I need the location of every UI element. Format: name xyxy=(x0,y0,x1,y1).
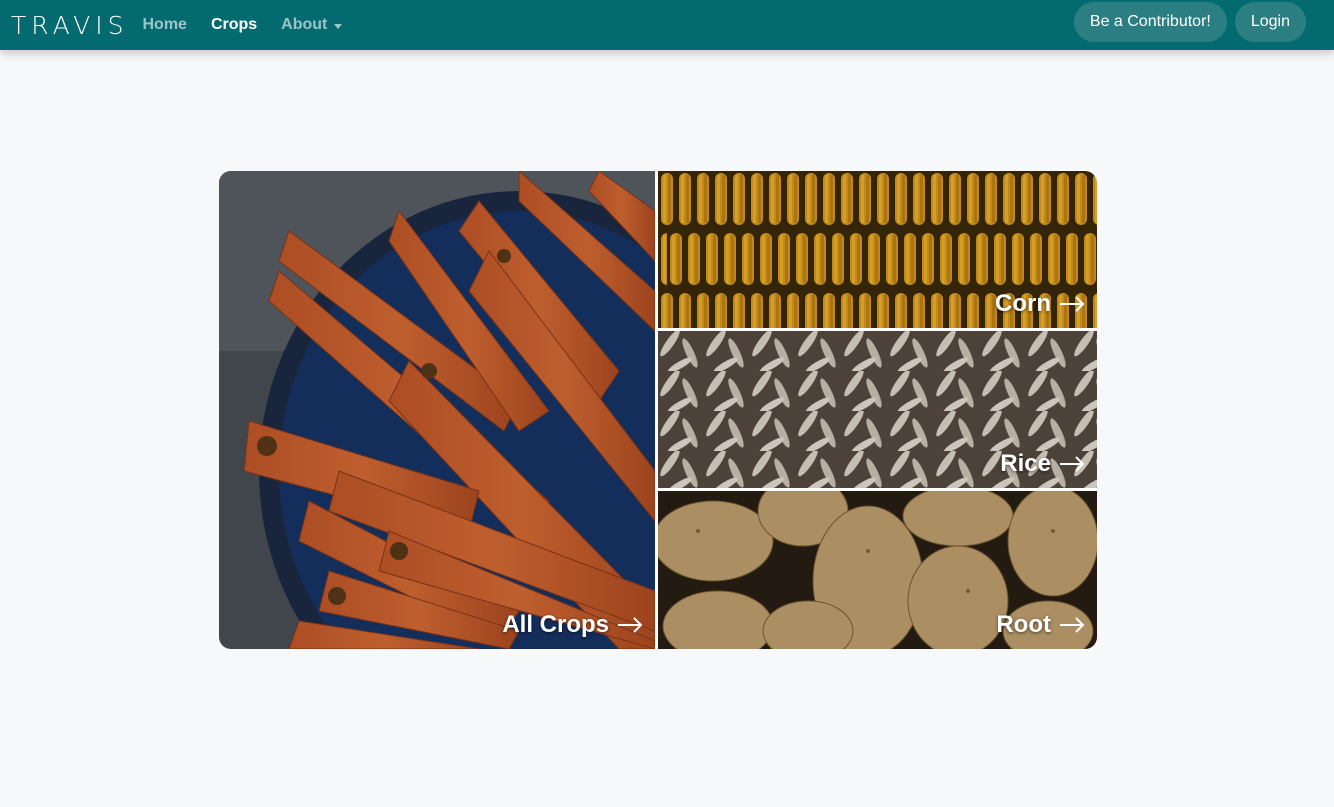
nav-about-label: About xyxy=(281,16,328,33)
nav-about-dropdown[interactable]: About xyxy=(281,16,343,34)
top-navbar: TRAVIS Home Crops About Be a Contributor… xyxy=(0,0,1334,50)
root-tile[interactable]: Root xyxy=(658,491,1097,649)
nav-links: Home Crops About xyxy=(142,16,366,34)
root-caption: Root xyxy=(996,611,1085,639)
corn-tile[interactable]: Corn xyxy=(658,171,1097,328)
rice-tile[interactable]: Rice xyxy=(658,331,1097,488)
root-label: Root xyxy=(996,611,1051,638)
rice-label: Rice xyxy=(1000,450,1051,477)
corn-label: Corn xyxy=(995,290,1051,317)
all-crops-caption: All Crops xyxy=(502,611,643,639)
login-button[interactable]: Login xyxy=(1234,2,1306,42)
arrow-right-icon xyxy=(1060,296,1085,312)
contributor-button[interactable]: Be a Contributor! xyxy=(1073,2,1227,42)
nav-home-label: Home xyxy=(142,16,187,33)
nav-crops-label: Crops xyxy=(210,16,258,33)
crop-category-grid: All Crops Corn Rice Root xyxy=(219,171,1097,649)
brand-logo[interactable]: TRAVIS xyxy=(11,0,128,50)
arrow-right-icon xyxy=(1060,617,1085,633)
arrow-right-icon xyxy=(1060,456,1085,472)
all-crops-tile[interactable]: All Crops xyxy=(219,171,655,649)
chevron-down-icon xyxy=(334,23,343,29)
nav-crops-link[interactable]: Crops xyxy=(211,16,257,34)
nav-home-link[interactable]: Home xyxy=(142,16,186,34)
nav-actions: Be a Contributor! Login xyxy=(1073,2,1306,42)
carrots-image xyxy=(219,171,655,649)
all-crops-label: All Crops xyxy=(502,611,609,638)
arrow-right-icon xyxy=(618,617,643,633)
rice-caption: Rice xyxy=(1000,450,1085,478)
corn-caption: Corn xyxy=(995,290,1085,318)
